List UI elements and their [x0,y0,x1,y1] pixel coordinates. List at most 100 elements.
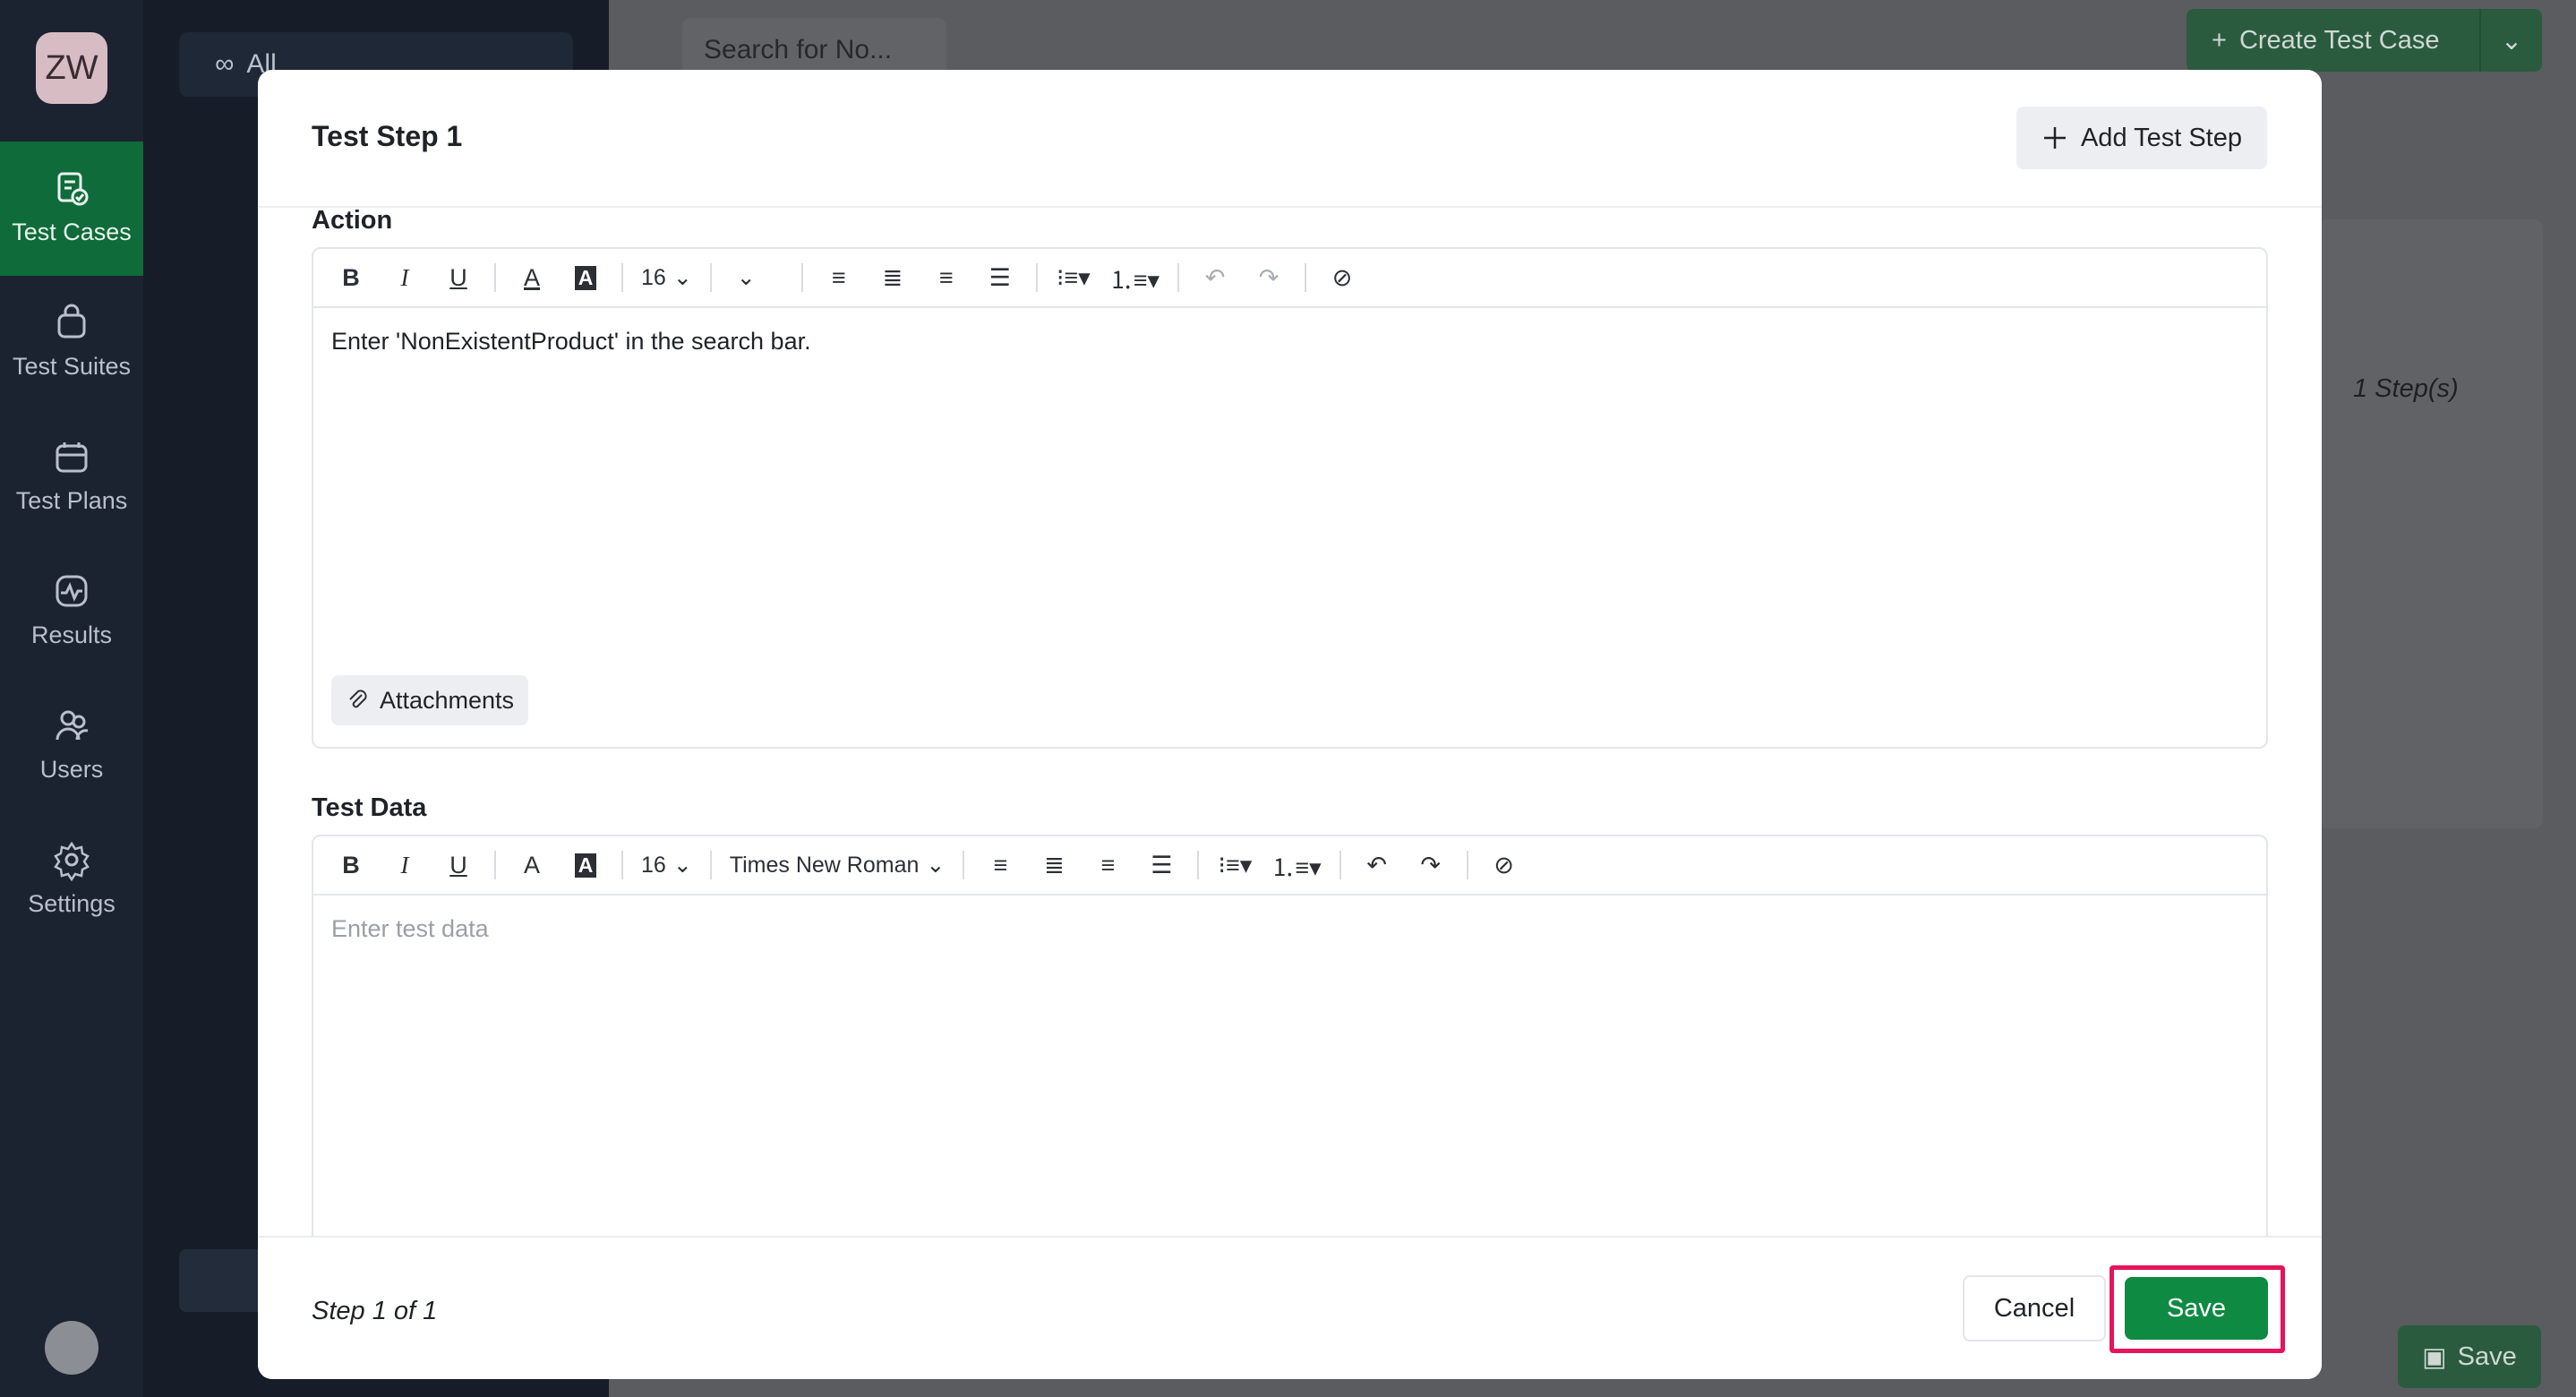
user-avatar[interactable]: ZW [36,32,107,104]
toolbar-separator [1339,851,1341,879]
font-family-select[interactable]: Times New Roman ⌄ [730,852,946,878]
toolbar-separator [963,851,965,879]
test-data-input[interactable]: Enter test data [331,915,489,943]
nav-item-settings[interactable]: Settings [0,813,143,947]
plus-icon: + [2212,25,2227,55]
step-indicator: Step 1 of 1 [312,1297,438,1325]
link-icon[interactable]: ⊘ [1486,847,1522,883]
highlight-color-button[interactable]: A [568,847,603,883]
nav-label: Results [30,621,113,648]
toolbar-separator [709,263,712,292]
nav-label: Users [39,756,104,783]
settings-icon [54,841,90,881]
save-button[interactable]: Save [2125,1277,2268,1340]
link-icon[interactable]: ⊘ [1324,260,1360,296]
nav-item-users[interactable]: Users [0,679,143,813]
font-size-select[interactable]: 16 ⌄ [641,264,692,291]
create-test-case-button[interactable]: + Create Test Case ⌄ [2187,9,2542,72]
modal-header: Test Step 1 Add Test Step [258,70,2322,208]
test-cases-icon [57,172,89,206]
nav-label: Test Suites [12,353,132,380]
font-size-select[interactable]: 16 ⌄ [641,852,692,878]
text-color-button[interactable]: A [514,847,550,883]
align-center-button[interactable]: ≡ [982,847,1018,883]
bullet-list-button[interactable]: ⁝≡▾ [1056,260,1091,296]
numbered-list-button[interactable]: ⒈≡▾ [1109,260,1160,296]
action-toolbar: B I U A A 16 ⌄ ⌄ ≡ ≣ ≡ ☰ ⁝≡▾ ⒈≡▾ ↶ ↷ ⊘ [313,249,2266,308]
attachments-button[interactable]: Attachments [331,675,528,725]
action-editor[interactable]: B I U A A 16 ⌄ ⌄ ≡ ≣ ≡ ☰ ⁝≡▾ ⒈≡▾ ↶ ↷ ⊘ En… [312,247,2268,749]
bold-button[interactable]: B [333,847,369,883]
save-disk-icon: ▣ [2422,1342,2447,1372]
test-data-editor[interactable]: B I U A A 16 ⌄ Times New Roman ⌄ ≡ ≣ ≡ ☰ ⁝… [312,835,2268,1300]
toolbar-separator [1466,851,1468,879]
nav-label: Test Cases [12,219,132,245]
bullet-list-button[interactable]: ⁝≡▾ [1217,847,1253,883]
align-left-button[interactable]: ≣ [875,260,911,296]
align-justify-button[interactable]: ☰ [1143,847,1179,883]
toolbar-separator [1035,263,1038,292]
add-test-step-label: Add Test Step [2080,123,2243,152]
nav-label: Settings [28,890,116,917]
nav-item-test-suites[interactable]: Test Suites [0,276,143,410]
redo-button[interactable]: ↷ [1251,260,1287,296]
align-justify-button[interactable]: ☰ [982,260,1018,296]
align-right-button[interactable]: ≡ [1090,847,1125,883]
chevron-down-icon[interactable]: ⌄ [2479,9,2542,72]
font-family-value: Times New Roman [729,852,920,878]
infinity-icon: ∞ [215,49,235,79]
numbered-list-button[interactable]: ⒈≡▾ [1271,847,1321,883]
font-size-value: 16 [641,852,666,878]
nav-item-results[interactable]: Results [0,544,143,679]
cancel-button[interactable]: Cancel [1963,1275,2106,1341]
highlight-color-button[interactable]: A [568,260,603,296]
toolbar-separator [494,851,496,879]
bold-button[interactable]: B [333,260,369,296]
text-color-button[interactable]: A [514,260,550,296]
test-data-label: Test Data [312,793,427,822]
toolbar-separator [1197,851,1200,879]
toolbar-separator [621,263,623,292]
background-save-button[interactable]: ▣ Save [2398,1325,2541,1388]
action-label: Action [312,206,393,235]
chevron-down-icon: ⌄ [926,853,946,878]
toolbar-separator [1177,263,1180,292]
undo-button[interactable]: ↶ [1359,847,1395,883]
underline-button[interactable]: U [441,260,476,296]
action-content[interactable]: Enter 'NonExistentProduct' in the search… [331,328,811,356]
nav-item-test-plans[interactable]: Test Plans [0,410,143,544]
undo-button[interactable]: ↶ [1197,260,1233,296]
align-left-button[interactable]: ≣ [1036,847,1072,883]
redo-button[interactable]: ↷ [1413,847,1449,883]
modal-footer: Step 1 of 1 Cancel Save [258,1236,2322,1379]
align-center-button[interactable]: ≡ [821,260,857,296]
background-save-label: Save [2457,1341,2517,1371]
toolbar-separator [800,263,803,292]
test-data-toolbar: B I U A A 16 ⌄ Times New Roman ⌄ ≡ ≣ ≡ ☰ ⁝… [313,836,2266,896]
chevron-down-icon: ⌄ [672,265,692,290]
font-family-select[interactable]: ⌄ [730,264,783,291]
details-card [2319,219,2543,828]
underline-button[interactable]: U [441,847,476,883]
toolbar-separator [494,263,496,292]
results-icon [56,575,88,607]
add-test-step-button[interactable]: Add Test Step [2016,107,2267,169]
italic-button[interactable]: I [387,260,423,296]
test-suites-icon [57,304,86,339]
create-test-case-label: Create Test Case [2238,25,2440,55]
toolbar-separator [709,851,712,879]
toolbar-separator [621,851,623,879]
toolbar-separator [1305,263,1307,292]
profile-avatar[interactable] [45,1321,98,1375]
italic-button[interactable]: I [387,847,423,883]
users-icon [56,710,89,741]
chevron-down-icon: ⌄ [672,853,692,878]
steps-count: 1 Step(s) [2353,374,2459,403]
nav-item-test-cases[interactable]: Test Cases [0,141,143,276]
chevron-down-icon: ⌄ [736,265,756,290]
test-step-modal: Test Step 1 Add Test Step Action B I U A… [258,70,2322,1379]
test-plans-icon [56,442,88,473]
nav-label: Test Plans [15,487,128,514]
align-right-button[interactable]: ≡ [929,260,964,296]
nav-rail: ZW Test Cases Test Suites Test Plans Res… [0,0,143,1397]
